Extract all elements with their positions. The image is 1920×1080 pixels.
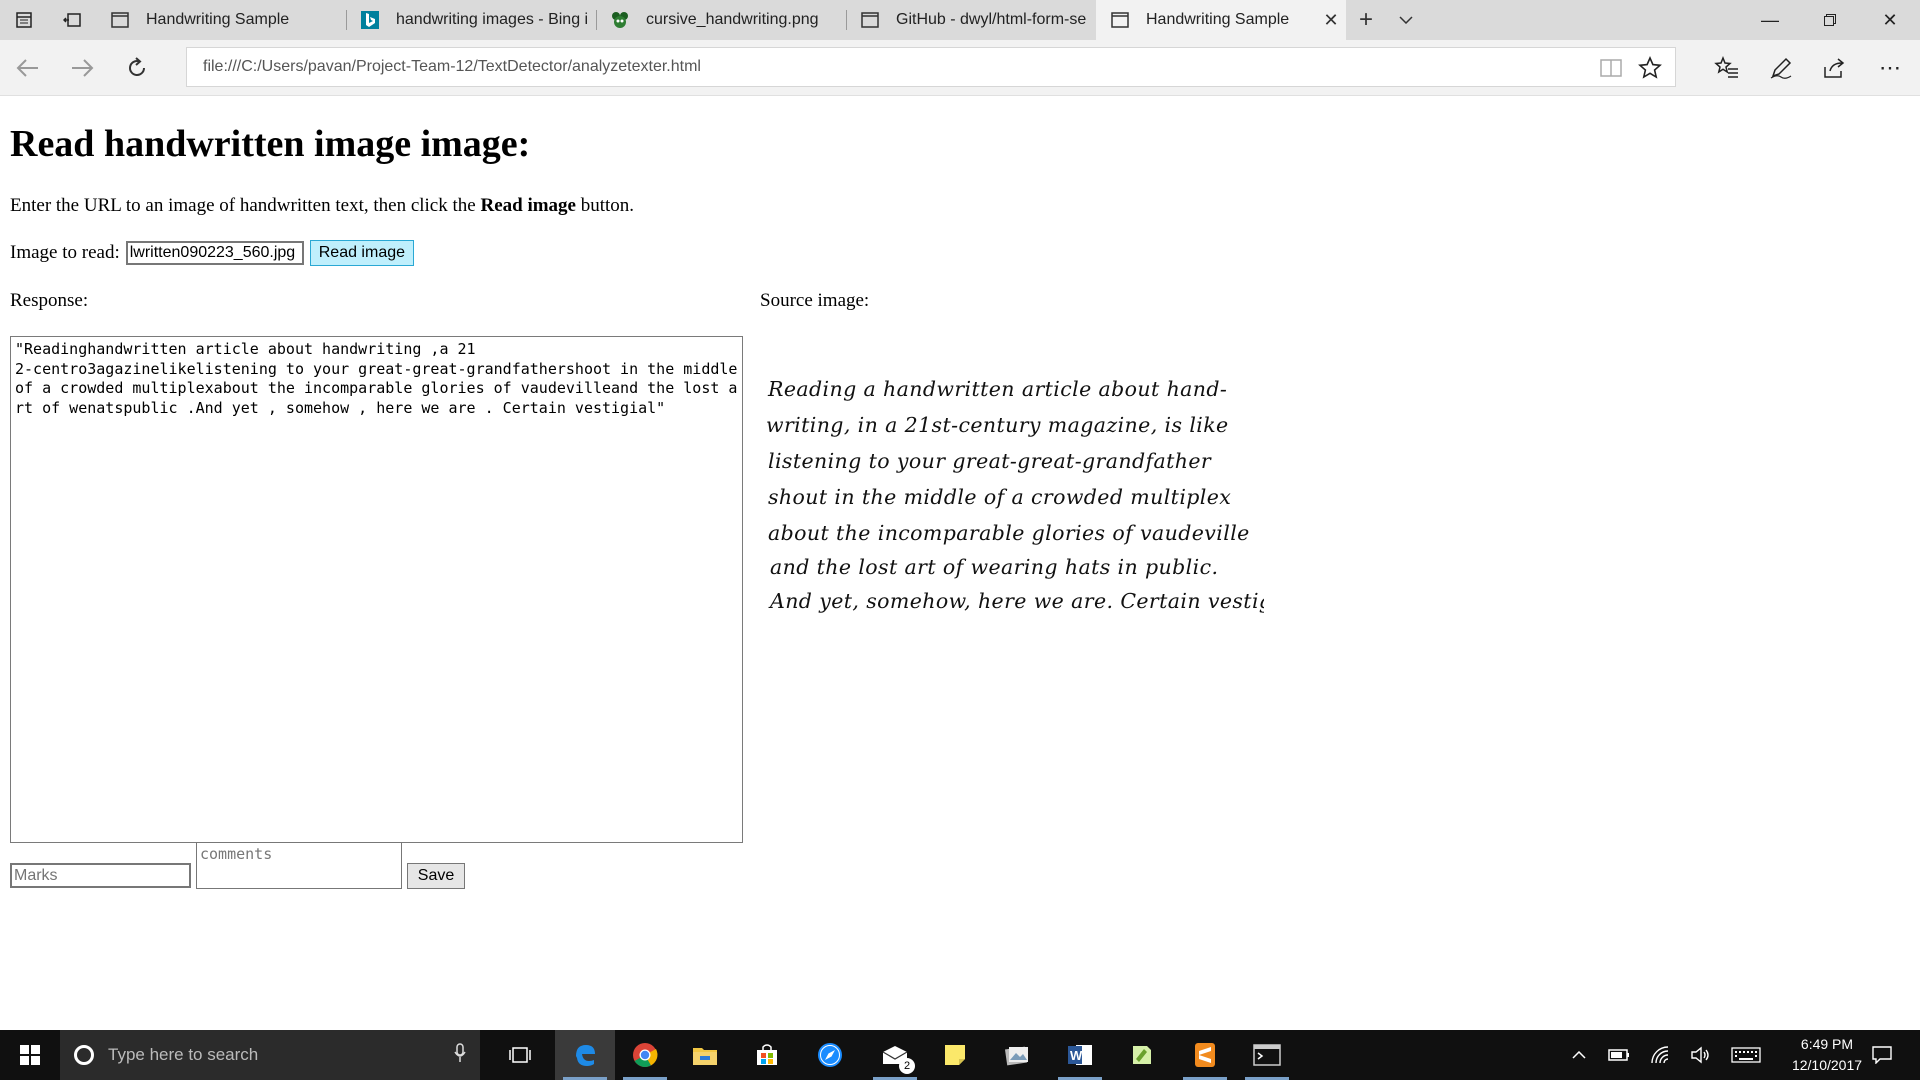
handwriting-line: listening to your great-great-grandfathe…	[768, 449, 1212, 473]
set-aside-tabs-icon[interactable]	[0, 0, 48, 40]
microphone-icon[interactable]	[454, 1042, 466, 1068]
action-center-icon[interactable]	[1862, 1030, 1902, 1080]
new-tab-icon[interactable]: +	[1346, 0, 1386, 40]
save-button[interactable]: Save	[407, 863, 465, 889]
tab-title: Handwriting Sample	[1146, 11, 1290, 28]
handwriting-line: And yet, somehow, here we are. Certain v…	[768, 589, 1264, 613]
safari-compass-icon[interactable]	[800, 1030, 860, 1080]
response-textarea[interactable]: "Readinghandwritten article about handwr…	[10, 336, 743, 843]
browser-tab[interactable]: handwriting images - Bing i	[346, 0, 596, 40]
page-icon	[1108, 8, 1132, 32]
mail-badge: 2	[899, 1058, 915, 1074]
tab-title: handwriting images - Bing i	[396, 11, 589, 28]
back-icon[interactable]	[8, 48, 48, 88]
taskbar-search-box[interactable]: Type here to search	[60, 1030, 480, 1080]
page-icon	[858, 8, 882, 32]
window-controls: — ✕	[1740, 0, 1920, 40]
tab-title: Handwriting Sample	[146, 11, 290, 28]
wifi-icon[interactable]	[1646, 1030, 1676, 1080]
touch-keyboard-icon[interactable]	[1728, 1030, 1764, 1080]
edge-browser-icon[interactable]	[555, 1030, 615, 1080]
browser-tab-active[interactable]: Handwriting Sample ✕	[1096, 0, 1346, 40]
windows-taskbar: Type here to search 2 W 6:49 PM 12/10/20…	[0, 1030, 1920, 1080]
address-bar[interactable]: file:///C:/Users/pavan/Project-Team-12/T…	[186, 47, 1676, 87]
close-window-icon[interactable]: ✕	[1860, 0, 1920, 40]
show-aside-tabs-icon[interactable]	[48, 0, 96, 40]
reading-view-icon[interactable]	[1593, 49, 1629, 87]
store-icon[interactable]	[737, 1030, 797, 1080]
photos-app-icon[interactable]	[987, 1030, 1047, 1080]
comments-textarea[interactable]: comments	[196, 842, 402, 889]
instructions-suffix: button.	[575, 195, 635, 216]
page-title: Read handwritten image image:	[10, 123, 531, 165]
chevron-down-icon[interactable]	[1386, 0, 1426, 40]
tab-title: GitHub - dwyl/html-form-se	[896, 11, 1087, 28]
restore-icon[interactable]	[1800, 0, 1860, 40]
page-icon	[108, 8, 132, 32]
instructions-text: Enter the URL to an image of handwritten…	[10, 195, 634, 217]
minimize-icon[interactable]: —	[1740, 0, 1800, 40]
sticky-notes-icon[interactable]	[925, 1030, 985, 1080]
refresh-icon[interactable]	[117, 48, 157, 88]
browser-tab[interactable]: cursive_handwriting.png	[596, 0, 846, 40]
instructions-bold: Read image	[480, 195, 576, 216]
handwriting-line: and the lost art of wearing hats in publ…	[770, 555, 1218, 579]
source-handwriting-image: Reading a handwritten article about hand…	[766, 377, 1264, 613]
browser-tab[interactable]: Handwriting Sample	[96, 0, 346, 40]
windows-start-icon[interactable]	[0, 1030, 60, 1080]
command-prompt-icon[interactable]	[1237, 1030, 1297, 1080]
bing-icon	[358, 8, 382, 32]
clock-date: 12/10/2017	[1791, 1057, 1863, 1073]
image-icon	[608, 8, 632, 32]
cortana-icon	[74, 1045, 94, 1065]
image-to-read-label: Image to read:	[10, 242, 120, 263]
share-icon[interactable]	[1816, 49, 1852, 87]
forward-icon[interactable]	[62, 48, 102, 88]
tab-title: cursive_handwriting.png	[646, 11, 819, 28]
clock-time: 6:49 PM	[1800, 1036, 1854, 1052]
svg-text:W: W	[1070, 1048, 1083, 1063]
volume-icon[interactable]	[1686, 1030, 1716, 1080]
handwriting-line: writing, in a 21st-century magazine, is …	[766, 413, 1229, 437]
chevron-up-icon[interactable]	[1566, 1030, 1592, 1080]
sublime-text-icon[interactable]	[1175, 1030, 1235, 1080]
favorites-hub-icon[interactable]	[1709, 49, 1745, 87]
handwriting-line: shout in the middle of a crowded multipl…	[768, 485, 1231, 509]
url-text: file:///C:/Users/pavan/Project-Team-12/T…	[203, 58, 701, 75]
instructions-prefix: Enter the URL to an image of handwritten…	[10, 195, 481, 216]
browser-navbar: file:///C:/Users/pavan/Project-Team-12/T…	[0, 40, 1920, 96]
image-form-row: Image to read: Read image	[10, 240, 415, 266]
battery-icon[interactable]	[1604, 1030, 1634, 1080]
search-placeholder: Type here to search	[108, 1045, 259, 1064]
image-url-input[interactable]	[125, 241, 304, 265]
word-icon[interactable]: W	[1050, 1030, 1110, 1080]
notepad-plus-icon[interactable]	[1112, 1030, 1172, 1080]
browser-tab-strip: Handwriting Sample handwriting images - …	[0, 0, 1920, 40]
source-image-label: Source image:	[760, 290, 870, 311]
more-options-icon[interactable]: ⋯	[1872, 49, 1908, 87]
file-explorer-icon[interactable]	[675, 1030, 735, 1080]
chrome-icon[interactable]	[615, 1030, 675, 1080]
marks-input[interactable]	[10, 863, 191, 888]
taskbar-clock[interactable]: 6:49 PM 12/10/2017	[1782, 1030, 1872, 1080]
task-view-icon[interactable]	[490, 1030, 550, 1080]
response-label: Response:	[10, 290, 89, 311]
web-note-pen-icon[interactable]	[1763, 49, 1799, 87]
mail-icon[interactable]: 2	[865, 1030, 925, 1080]
read-image-button[interactable]: Read image	[309, 240, 415, 266]
page-content: Read handwritten image image: Enter the …	[0, 96, 1920, 1030]
favorite-star-icon[interactable]	[1632, 49, 1668, 87]
close-tab-icon[interactable]: ✕	[1316, 10, 1346, 31]
browser-tab[interactable]: GitHub - dwyl/html-form-se	[846, 0, 1096, 40]
handwriting-line: Reading a handwritten article about hand…	[767, 377, 1227, 401]
handwriting-line: about the incomparable glories of vaudev…	[768, 521, 1250, 545]
